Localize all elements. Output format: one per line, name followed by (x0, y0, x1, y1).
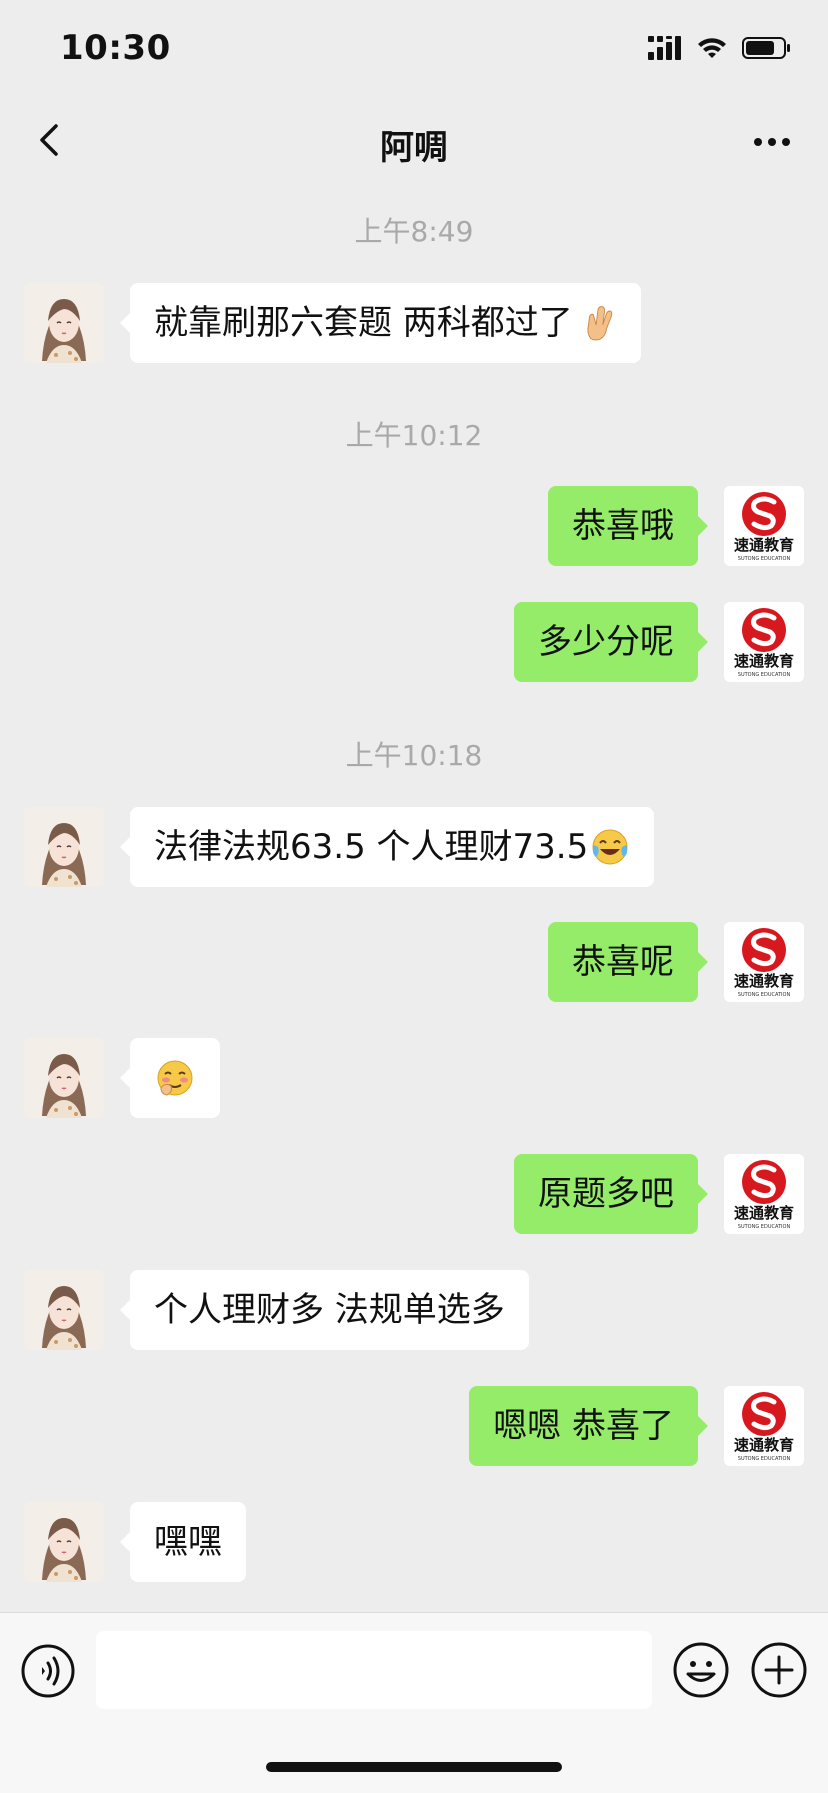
girl-avatar-icon (24, 1502, 104, 1582)
logo-subtitle: SUTONG EDUCATION (738, 992, 791, 998)
sutong-logo-icon: 速通教育 SUTONG EDUCATION (724, 486, 804, 566)
logo-title: 速通教育 (734, 652, 794, 670)
timestamp: 上午8:49 (354, 215, 474, 248)
message-text: 恭喜呢 (572, 942, 674, 982)
message-input[interactable] (96, 1631, 652, 1709)
message-text: 法律法规63.5 个人理财73.5 (154, 827, 589, 867)
sutong-logo-icon: 速通教育 SUTONG EDUCATION (724, 602, 804, 682)
plus-icon[interactable] (750, 1641, 808, 1699)
message-bubble-outgoing[interactable]: 恭喜呢 (548, 922, 708, 1002)
message-bubble-incoming[interactable]: 个人理财多 法规单选多 (120, 1270, 529, 1350)
nav-bar: 阿啁 (0, 100, 828, 180)
contact-avatar[interactable] (24, 1038, 104, 1118)
message-bubble-outgoing[interactable]: 多少分呢 (514, 602, 708, 682)
logo-subtitle: SUTONG EDUCATION (738, 1456, 791, 1462)
chat-title: 阿啁 (380, 128, 448, 168)
self-avatar[interactable]: 速通教育 SUTONG EDUCATION (724, 1386, 804, 1466)
logo-subtitle: SUTONG EDUCATION (738, 672, 791, 678)
logo-title: 速通教育 (734, 536, 794, 554)
girl-avatar-icon (24, 807, 104, 887)
girl-avatar-icon (24, 283, 104, 363)
logo-title: 速通教育 (734, 972, 794, 990)
message-bubble-incoming[interactable] (120, 1038, 220, 1118)
shy-smile-emoji (157, 1060, 193, 1096)
self-avatar[interactable]: 速通教育 SUTONG EDUCATION (724, 602, 804, 682)
logo-subtitle: SUTONG EDUCATION (738, 556, 791, 562)
girl-avatar-icon (24, 1038, 104, 1118)
message-text: 原题多吧 (538, 1174, 674, 1214)
logo-subtitle: SUTONG EDUCATION (738, 1224, 791, 1230)
sutong-logo-icon: 速通教育 SUTONG EDUCATION (724, 1386, 804, 1466)
message-text: 多少分呢 (538, 622, 674, 662)
message-bubble-outgoing[interactable]: 恭喜哦 (548, 486, 708, 566)
smiley-icon[interactable] (672, 1641, 730, 1699)
message-bubble-incoming[interactable]: 嘿嘿 (120, 1502, 246, 1582)
message-bubble-outgoing[interactable]: 原题多吧 (514, 1154, 708, 1234)
status-bar: 10:30 (0, 0, 828, 100)
logo-title: 速通教育 (734, 1204, 794, 1222)
message-text: 就靠刷那六套题 两科都过了 (154, 303, 573, 343)
self-avatar[interactable]: 速通教育 SUTONG EDUCATION (724, 486, 804, 566)
message-text: 嘿嘿 (154, 1522, 222, 1562)
message-bubble-outgoing[interactable]: 嗯嗯 恭喜了 (469, 1386, 708, 1466)
contact-avatar[interactable] (24, 1270, 104, 1350)
message-bubble-incoming[interactable]: 法律法规63.5 个人理财73.5 (119, 807, 655, 887)
message-text: 恭喜哦 (572, 506, 674, 546)
victory-hand-emoji (587, 306, 613, 341)
more-dots-icon[interactable] (750, 124, 794, 160)
wifi-icon (698, 38, 726, 58)
status-icons (648, 36, 792, 60)
status-time: 10:30 (60, 28, 171, 68)
sutong-logo-icon: 速通教育 SUTONG EDUCATION (724, 1154, 804, 1234)
message-text: 嗯嗯 恭喜了 (493, 1406, 674, 1446)
home-indicator (266, 1762, 562, 1772)
message-text: 个人理财多 法规单选多 (154, 1290, 505, 1330)
crying-laughing-emoji (592, 829, 628, 865)
voice-icon[interactable] (20, 1643, 76, 1699)
battery-icon (742, 37, 790, 59)
message-bubble-incoming[interactable]: 就靠刷那六套题 两科都过了 (120, 283, 641, 363)
self-avatar[interactable]: 速通教育 SUTONG EDUCATION (724, 1154, 804, 1234)
self-avatar[interactable]: 速通教育 SUTONG EDUCATION (724, 922, 804, 1002)
timestamp: 上午10:12 (345, 419, 483, 452)
girl-avatar-icon (24, 1270, 104, 1350)
contact-avatar[interactable] (24, 807, 104, 887)
contact-avatar[interactable] (24, 283, 104, 363)
sutong-logo-icon: 速通教育 SUTONG EDUCATION (724, 922, 804, 1002)
contact-avatar[interactable] (24, 1502, 104, 1582)
logo-title: 速通教育 (734, 1436, 794, 1454)
timestamp: 上午10:18 (345, 739, 483, 772)
signal-icon (648, 36, 681, 60)
